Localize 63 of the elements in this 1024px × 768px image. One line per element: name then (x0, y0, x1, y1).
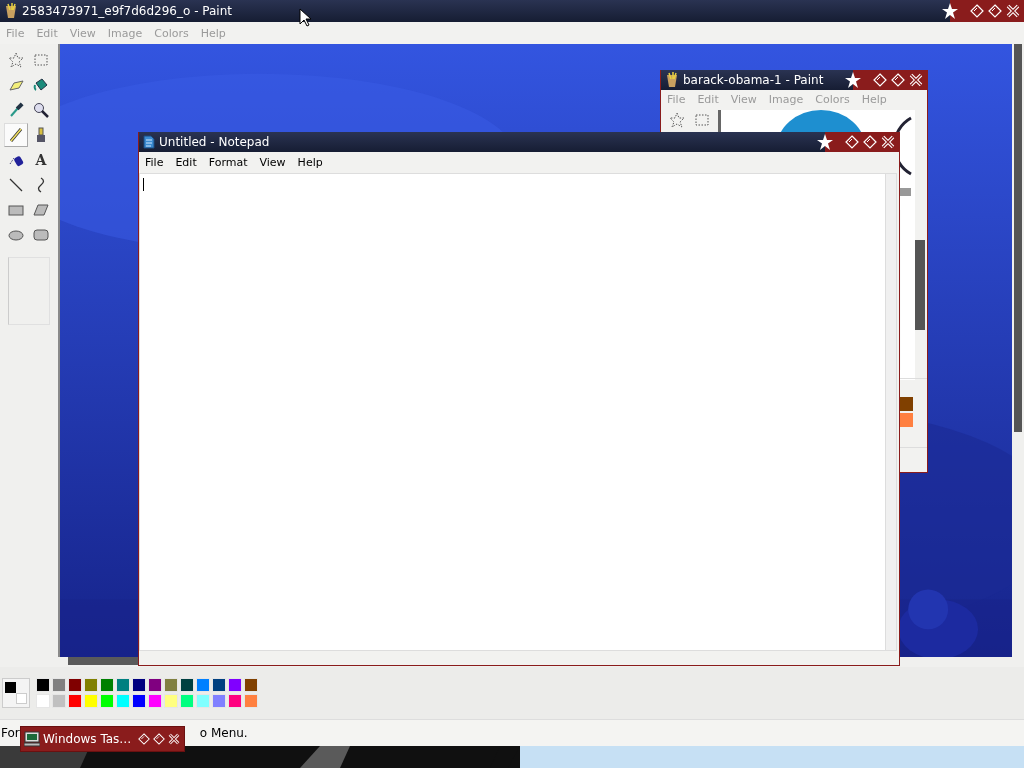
color-swatch[interactable] (68, 678, 82, 692)
color-swatch[interactable] (148, 694, 162, 708)
color-swatch[interactable] (132, 694, 146, 708)
color-swatch[interactable] (228, 694, 242, 708)
maximize-button[interactable] (988, 4, 1002, 18)
rectangle-icon (8, 202, 24, 218)
color-swatch[interactable] (196, 694, 210, 708)
color-swatch[interactable] (164, 678, 178, 692)
color-swatch[interactable] (84, 694, 98, 708)
color-swatch[interactable] (212, 694, 226, 708)
window-title: 2583473971_e9f7d6d296_o - Paint (22, 4, 232, 18)
pin-star-button[interactable] (942, 3, 958, 19)
eyedropper-icon (8, 102, 24, 118)
select-rect-icon (33, 52, 49, 68)
color-swatch[interactable] (148, 678, 162, 692)
color-swatch[interactable] (36, 678, 50, 692)
paint-bucket-icon (33, 77, 49, 93)
status-text: For (1, 726, 20, 740)
color-swatch[interactable] (116, 694, 130, 708)
star-icon (942, 3, 958, 19)
color-swatch[interactable] (196, 678, 210, 692)
color-swatch[interactable] (212, 678, 226, 692)
mouse-pointer-icon (299, 8, 311, 27)
paint-cup-icon (4, 3, 18, 19)
color-swatch[interactable] (100, 678, 114, 692)
computer-icon (24, 731, 40, 747)
eraser-icon (8, 77, 24, 93)
polygon-icon (33, 202, 49, 218)
ellipse-icon (8, 227, 24, 243)
close-button[interactable] (1006, 4, 1020, 18)
color-swatch[interactable] (244, 678, 258, 692)
diamond-icon[interactable] (153, 733, 166, 745)
pencil-icon (8, 127, 24, 143)
tool-button[interactable]: A (29, 148, 53, 172)
diamond-icon (970, 4, 984, 18)
color-swatch[interactable] (68, 694, 82, 708)
magnifier-icon (33, 102, 49, 118)
color-swatch[interactable] (244, 694, 258, 708)
roll-up-button[interactable] (970, 4, 984, 18)
color-swatch[interactable] (52, 694, 66, 708)
color-swatch[interactable] (116, 678, 130, 692)
scrollbar-thumb[interactable] (68, 657, 138, 665)
tool-options-panel (8, 257, 50, 325)
color-swatch[interactable] (132, 678, 146, 692)
color-swatch[interactable] (180, 694, 194, 708)
color-swatch[interactable] (180, 678, 194, 692)
taskbar-button[interactable]: Windows Tas… (20, 726, 186, 752)
background-swatch[interactable] (16, 693, 27, 704)
close-icon (1006, 4, 1020, 18)
color-swatch[interactable] (52, 678, 66, 692)
rounded-rectangle-icon (33, 227, 49, 243)
close-icon[interactable] (168, 733, 181, 745)
line-icon (8, 177, 24, 193)
color-swatch[interactable] (164, 694, 178, 708)
color-swatch[interactable] (100, 694, 114, 708)
diamond-icon (988, 4, 1002, 18)
foreground-swatch[interactable] (5, 682, 16, 693)
color-swatch[interactable] (228, 678, 242, 692)
status-text: o Menu. (199, 726, 248, 740)
free-select-icon (8, 52, 24, 68)
color-swatch[interactable] (36, 694, 50, 708)
diamond-icon[interactable] (138, 733, 151, 745)
color-swatch[interactable] (84, 678, 98, 692)
